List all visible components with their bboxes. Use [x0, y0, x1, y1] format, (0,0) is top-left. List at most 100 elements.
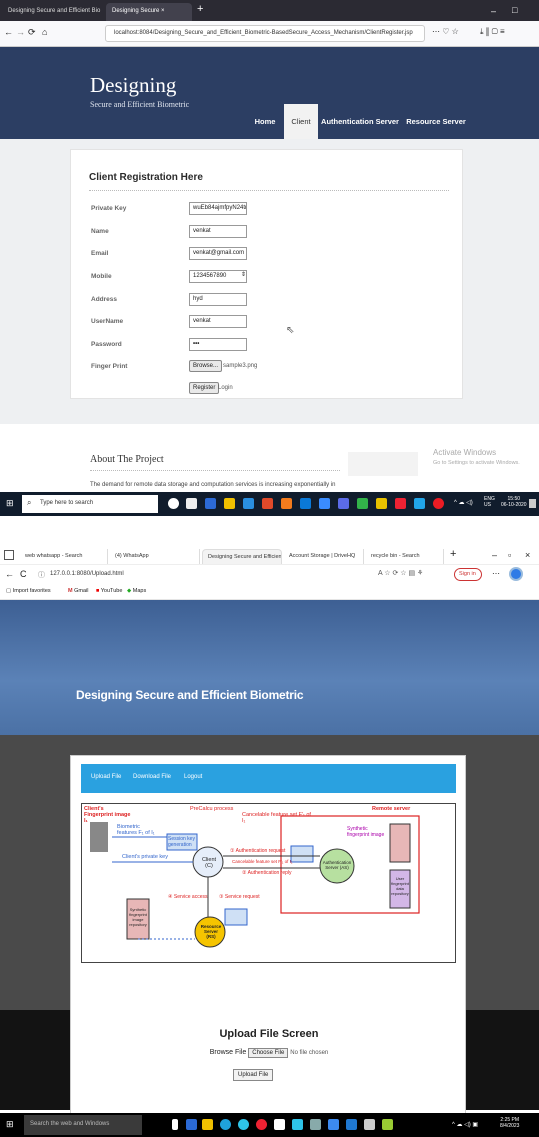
app-icon-2e[interactable]	[310, 1119, 321, 1130]
menu-resource-server[interactable]: Resource Server	[404, 104, 468, 139]
url-bar-2[interactable]: 127.0.0.1:8080/Upload.html	[50, 571, 124, 577]
minimize-button-2[interactable]: –	[492, 550, 497, 560]
file-explorer-icon[interactable]	[224, 498, 235, 509]
clock[interactable]: 15:50 06-10-2020	[501, 496, 527, 508]
signin-button[interactable]: Sign in	[454, 568, 482, 581]
task-view-icon-2[interactable]	[172, 1119, 178, 1130]
no-file-text: No file chosen	[290, 1050, 329, 1056]
forward-icon[interactable]: →	[16, 27, 25, 37]
menu-download-file[interactable]: Download File	[133, 774, 171, 780]
home-icon[interactable]: ⌂	[42, 27, 47, 37]
fav-maps[interactable]: ◆ Maps	[127, 588, 146, 594]
new-tab-button[interactable]: +	[197, 3, 203, 15]
fav-import[interactable]: ▢ Import favorites	[6, 588, 51, 594]
tab-recycle[interactable]: recycle bin - Search	[366, 549, 444, 564]
clock-2[interactable]: 2:25 PM 8/4/2023	[500, 1117, 519, 1129]
windows-start-icon[interactable]: ⊞	[6, 498, 16, 508]
taskbar-search[interactable]: ⌕ Type here to search	[22, 495, 158, 513]
tab-drivehq[interactable]: Account Storage | DriveHQ	[284, 549, 364, 564]
reload-icon[interactable]: ⟳	[28, 27, 36, 38]
email-input[interactable]: venkat@gmail.com	[189, 247, 247, 260]
restore-button-2[interactable]: ▫	[508, 550, 511, 560]
app-icon-2g[interactable]	[346, 1119, 357, 1130]
new-tab-button-2[interactable]: +	[450, 548, 456, 560]
app-icon-4[interactable]	[338, 498, 349, 509]
app-icon-2f[interactable]	[328, 1119, 339, 1130]
menu-home[interactable]: Home	[249, 104, 281, 139]
firefox-icon[interactable]	[262, 498, 273, 509]
login-link[interactable]: Login	[218, 385, 233, 391]
store-icon[interactable]	[243, 498, 254, 509]
close-button-2[interactable]: ×	[525, 550, 530, 560]
mobile-input[interactable]: 1234567890	[189, 270, 247, 283]
menu-logout[interactable]: Logout	[184, 774, 202, 780]
password-input[interactable]: •••	[189, 338, 247, 351]
reload-icon-2[interactable]: C	[20, 569, 27, 579]
tab-2[interactable]: Designing Secure ×	[106, 3, 192, 21]
back-icon-2[interactable]: ←	[5, 569, 14, 579]
minimize-button[interactable]: –	[491, 6, 496, 16]
windows-start-icon-2[interactable]: ⊞	[6, 1119, 14, 1130]
system-tray-icons[interactable]: ^ ☁ ◁)	[454, 499, 473, 506]
app-icon-7[interactable]	[395, 498, 406, 509]
field-username: UserName venkat	[91, 313, 451, 333]
tab-designing[interactable]: Designing Secure and Efficien	[202, 549, 282, 564]
system-tray-icons-2[interactable]: ^ ☁ ◁) ▣	[452, 1121, 478, 1128]
app-icon-2h[interactable]	[364, 1119, 375, 1130]
site-title-2: Designing Secure and Efficient Biometric	[76, 688, 304, 702]
tab-whatsapp[interactable]: (4) WhatsApp	[110, 549, 200, 564]
app-icon-2b[interactable]	[238, 1119, 249, 1130]
diag-resource-server: Resource Server (RS)	[200, 924, 222, 939]
menu-upload-file[interactable]: Upload File	[91, 774, 121, 780]
download-icon[interactable]: ⤓ ⫼ ▢ ≡	[480, 27, 505, 37]
field-finger-print: Finger Print Browse... sample3.png	[91, 358, 451, 378]
app-icon-1[interactable]	[281, 498, 292, 509]
app-icon-8[interactable]	[414, 498, 425, 509]
register-button[interactable]: Register	[189, 382, 220, 394]
app-icon-3[interactable]	[319, 498, 330, 509]
navigation-bar: ← → ⟳ ⌂ localhost:8084/Designing_Secure_…	[0, 21, 539, 47]
app-icon-2d[interactable]	[292, 1119, 303, 1130]
app-icon-2c[interactable]	[274, 1119, 285, 1130]
edge-icon-2[interactable]	[186, 1119, 197, 1130]
app-icon-2i[interactable]	[382, 1119, 393, 1130]
name-input[interactable]: venkat	[189, 225, 247, 238]
bing-icon[interactable]	[509, 567, 523, 581]
upload-file-button[interactable]: Upload File	[233, 1069, 274, 1081]
tab-search-whatsapp[interactable]: web whatsapp - Search	[20, 549, 108, 564]
task-view-icon[interactable]	[186, 498, 197, 509]
edge-icon[interactable]	[205, 498, 216, 509]
username-input[interactable]: venkat	[189, 315, 247, 328]
fav-youtube[interactable]: ■ YouTube	[96, 588, 122, 594]
app-icon-5[interactable]	[357, 498, 368, 509]
spinner-icon[interactable]: ⇕	[241, 271, 246, 278]
chrome-icon-2[interactable]	[256, 1119, 267, 1130]
lang-indicator[interactable]: ENG US	[484, 496, 495, 508]
choose-file-button[interactable]: Choose File	[248, 1048, 289, 1058]
url-bar[interactable]: localhost:8084/Designing_Secure_and_Effi…	[105, 25, 425, 42]
browse-button[interactable]: Browse...	[189, 360, 223, 372]
address-input[interactable]: hyd	[189, 293, 247, 306]
menu-authentication-server[interactable]: Authentication Server	[320, 104, 400, 139]
app-icon-2[interactable]	[300, 498, 311, 509]
app-icon-6[interactable]	[376, 498, 387, 509]
app-icon-2a[interactable]	[220, 1119, 231, 1130]
tab-actions-icon[interactable]	[4, 550, 14, 560]
more-icon[interactable]: ⋯	[492, 569, 500, 578]
search-icon: ⌕	[27, 498, 32, 507]
browser-tab-bar: Designing Secure and Efficient Bio × Des…	[0, 0, 539, 21]
reader-icon[interactable]: ⋯ ♡ ☆	[432, 27, 459, 36]
toolbar-icons-2[interactable]: A ☆ ⟳ ☆ ▤ ⚘	[378, 569, 423, 577]
fav-gmail[interactable]: M Gmail	[68, 588, 89, 594]
site-subtitle: Secure and Efficient Biometric	[90, 100, 190, 109]
private-key-input[interactable]: wuEb84ajmfpyN24truq	[189, 202, 247, 215]
notification-icon[interactable]	[529, 499, 536, 508]
maximize-button[interactable]: □	[512, 5, 517, 15]
back-icon[interactable]: ←	[4, 27, 13, 37]
chrome-icon[interactable]	[433, 498, 444, 509]
explorer-icon-2[interactable]	[202, 1119, 213, 1130]
taskbar-search-2[interactable]: Search the web and Windows	[24, 1115, 142, 1135]
cortana-icon[interactable]	[168, 498, 179, 509]
menu-client[interactable]: Client	[284, 104, 318, 139]
tab-1[interactable]: Designing Secure and Efficient Bio ×	[2, 3, 102, 21]
